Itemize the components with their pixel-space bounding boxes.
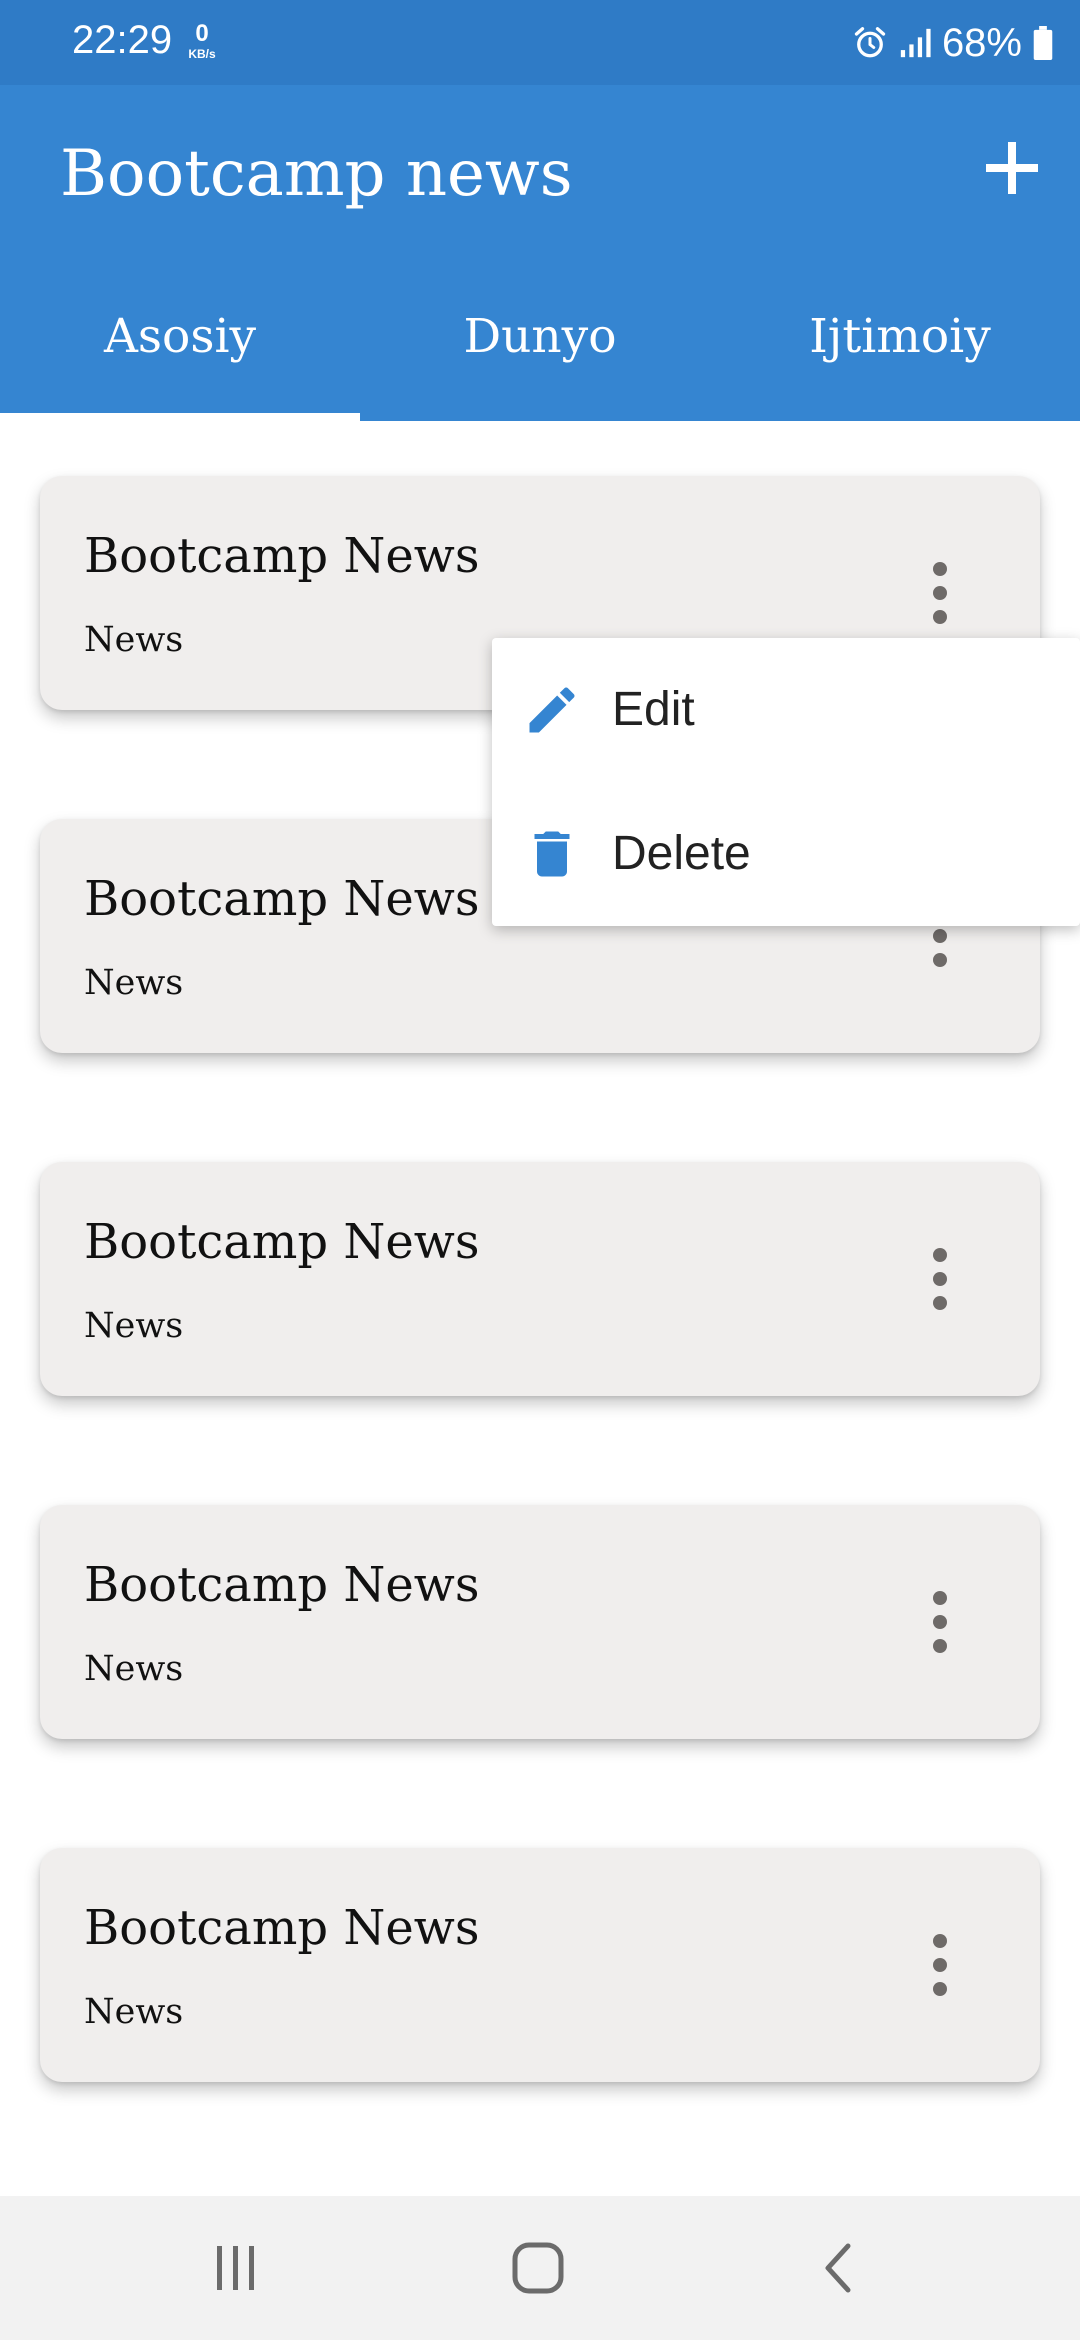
status-time: 22:29 (72, 18, 173, 62)
menu-item-label: Delete (612, 827, 751, 880)
back-icon (825, 2243, 851, 2293)
tab-label: Dunyo (463, 309, 617, 364)
news-card[interactable]: Bootcamp News News (40, 1162, 1040, 1396)
system-nav-bar (0, 2196, 1080, 2340)
add-news-button[interactable] (974, 130, 1050, 206)
alarm-icon (854, 27, 886, 58)
popup-menu: Edit Delete (492, 638, 1080, 926)
news-subtitle: News (84, 963, 184, 1003)
battery-percent: 68% (941, 20, 1022, 65)
news-subtitle: News (84, 1306, 184, 1346)
app-bar: Bootcamp news Asosiy Dunyo Ijtimoiy (0, 85, 1080, 421)
tab-label: Asosiy (103, 309, 257, 364)
tab-indicator (0, 413, 360, 421)
news-title: Bootcamp News (84, 871, 480, 927)
news-subtitle: News (84, 1992, 184, 2032)
page-title: Bootcamp news (60, 137, 573, 211)
menu-item-delete[interactable]: Delete (492, 782, 1080, 926)
news-title: Bootcamp News (84, 1557, 480, 1613)
news-title: Bootcamp News (84, 1214, 480, 1270)
trash-icon (534, 831, 570, 877)
more-options-button[interactable] (910, 1587, 970, 1657)
tab-label: Ijtimoiy (809, 309, 991, 364)
more-vert-icon (933, 1591, 947, 1653)
news-subtitle: News (84, 620, 184, 660)
tab-asosiy[interactable]: Asosiy (0, 285, 360, 421)
back-button[interactable] (810, 2238, 870, 2298)
more-vert-icon (933, 1248, 947, 1310)
signal-icon (900, 28, 931, 58)
more-options-button[interactable] (910, 1930, 970, 2000)
network-speed: 0 KB/s (182, 20, 222, 61)
more-vert-icon (933, 1934, 947, 1996)
recent-apps-icon (217, 2246, 254, 2290)
news-card[interactable]: Bootcamp News News (40, 1848, 1040, 2082)
home-button[interactable] (508, 2238, 568, 2298)
network-speed-value: 0 (195, 20, 209, 47)
tab-ijtimoiy[interactable]: Ijtimoiy (720, 285, 1080, 421)
tab-bar: Asosiy Dunyo Ijtimoiy (0, 285, 1080, 421)
news-title: Bootcamp News (84, 1900, 480, 1956)
status-bar: 22:29 0 KB/s 68% (0, 0, 1080, 85)
more-options-button[interactable] (910, 558, 970, 628)
menu-item-edit[interactable]: Edit (492, 638, 1080, 782)
status-icons: 68% (852, 18, 1054, 68)
tab-dunyo[interactable]: Dunyo (360, 285, 720, 421)
more-vert-icon (933, 562, 947, 624)
news-subtitle: News (84, 1649, 184, 1689)
pencil-icon (529, 687, 575, 733)
plus-icon (986, 142, 1038, 194)
menu-item-label: Edit (612, 683, 695, 736)
more-options-button[interactable] (910, 1244, 970, 1314)
news-card[interactable]: Bootcamp News News (40, 1505, 1040, 1739)
network-speed-unit: KB/s (188, 47, 216, 61)
app-screen: 22:29 0 KB/s 68% Bootcamp news Asosiy Du… (0, 0, 1080, 2340)
battery-icon (1033, 26, 1053, 60)
recent-apps-button[interactable] (206, 2238, 266, 2298)
home-icon (512, 2242, 564, 2294)
news-title: Bootcamp News (84, 528, 480, 584)
